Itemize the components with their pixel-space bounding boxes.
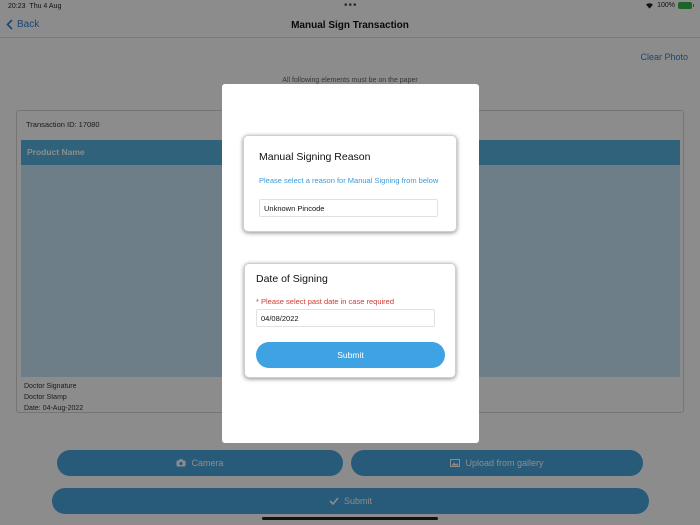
reason-select[interactable]: Unknown Pincode (259, 199, 438, 217)
signing-date-panel: Date of Signing * Please select past dat… (244, 263, 456, 378)
date-hint: * Please select past date in case requir… (256, 297, 394, 306)
date-title: Date of Signing (256, 273, 328, 285)
dialog-submit-button[interactable]: Submit (256, 342, 445, 368)
signing-reason-panel: Manual Signing Reason Please select a re… (243, 135, 457, 232)
date-input[interactable]: 04/08/2022 (256, 309, 435, 327)
manual-sign-dialog: Manual Signing Reason Please select a re… (222, 84, 479, 443)
reason-hint: Please select a reason for Manual Signin… (259, 176, 439, 185)
reason-title: Manual Signing Reason (259, 151, 371, 163)
